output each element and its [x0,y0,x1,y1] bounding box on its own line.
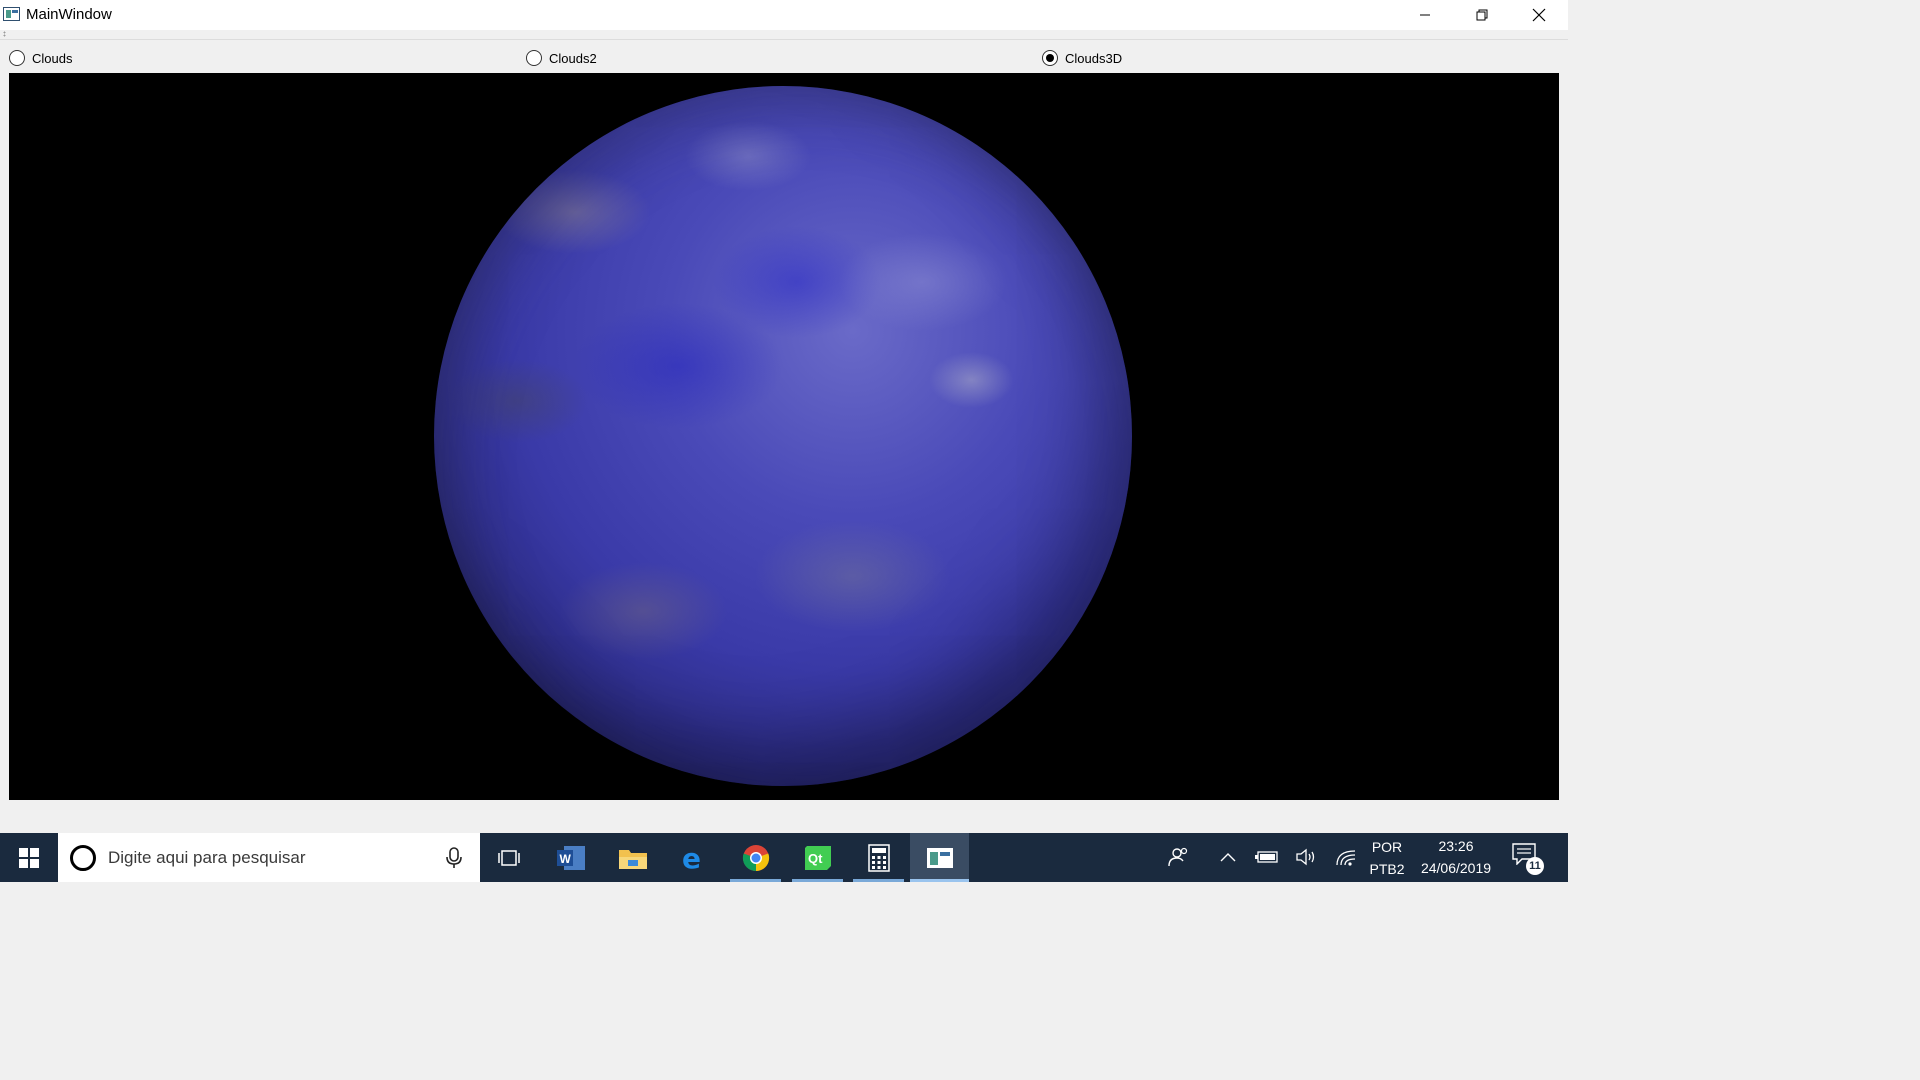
people-icon[interactable] [1167,845,1191,869]
close-icon [1532,8,1545,22]
radio-clouds2-label[interactable]: Clouds2 [549,51,597,66]
start-button[interactable] [0,833,58,882]
calculator-icon [867,843,890,872]
mainwindow-app-icon [926,847,953,868]
cloud-sphere [434,86,1132,786]
taskbar-app-calculator[interactable] [849,833,908,882]
radio-clouds-label[interactable]: Clouds [32,51,72,66]
radio-clouds3d-indicator[interactable] [1042,50,1058,66]
edge-icon: e [682,844,701,872]
taskbar-app-chrome[interactable] [726,833,785,882]
mode-selector: Clouds Clouds2 Clouds3D [0,44,1568,72]
taskbar: Digite aqui para pesquisar W e Qt POR PT… [0,833,1568,882]
svg-text:e: e [682,844,701,872]
taskbar-app-mainwindow[interactable] [910,833,969,882]
volume-icon[interactable] [1294,845,1318,869]
qt-creator-icon: Qt [804,845,831,870]
radio-clouds[interactable]: Clouds [9,50,72,66]
action-center-button[interactable]: 11 [1512,843,1544,875]
taskbar-app-file-explorer[interactable] [603,833,662,882]
taskbar-app-qt-creator[interactable]: Qt [788,833,847,882]
minimize-icon [1419,14,1430,16]
restore-icon [1476,9,1487,21]
keyboard-layout-indicator[interactable]: PTB2 [1368,861,1406,877]
radio-clouds3d[interactable]: Clouds3D [1042,50,1122,66]
toolbar-area [0,30,1568,40]
chrome-icon [742,844,769,871]
svg-text:Qt: Qt [808,851,823,866]
svg-text:W: W [559,852,571,866]
wifi-icon[interactable] [1334,845,1358,869]
app-window-icon [3,7,20,21]
minimize-button[interactable] [1396,0,1453,30]
search-box[interactable]: Digite aqui para pesquisar [58,833,480,882]
restore-button[interactable] [1453,0,1510,30]
radio-clouds2[interactable]: Clouds2 [526,50,597,66]
close-button[interactable] [1510,0,1567,30]
title-bar[interactable]: MainWindow [0,0,1568,30]
taskbar-app-edge[interactable]: e [664,833,723,882]
radio-clouds-indicator[interactable] [9,50,25,66]
radio-clouds2-indicator[interactable] [526,50,542,66]
clock-time[interactable]: 23:26 [1414,838,1498,854]
cortana-icon[interactable] [70,845,96,871]
language-indicator[interactable]: POR [1368,839,1406,855]
task-view-icon [497,849,520,866]
windows-logo-icon [19,847,39,868]
battery-icon[interactable] [1255,845,1279,869]
search-input[interactable]: Digite aqui para pesquisar [108,848,306,868]
clock-date[interactable]: 24/06/2019 [1414,860,1498,876]
task-view-button[interactable] [480,833,539,882]
window-title: MainWindow [26,6,112,23]
microphone-icon[interactable] [446,847,462,869]
toolbar-grip[interactable] [3,31,6,37]
radio-clouds3d-label[interactable]: Clouds3D [1065,51,1122,66]
gl-viewport[interactable] [9,73,1559,800]
word-icon: W [556,845,585,870]
chevron-up-icon[interactable] [1216,845,1240,869]
taskbar-app-word[interactable]: W [541,833,600,882]
desktop: MainWindow Clouds Clouds2 Clouds3D Digit… [0,0,1568,882]
notification-count-badge: 11 [1526,857,1544,875]
folder-icon [618,849,647,869]
